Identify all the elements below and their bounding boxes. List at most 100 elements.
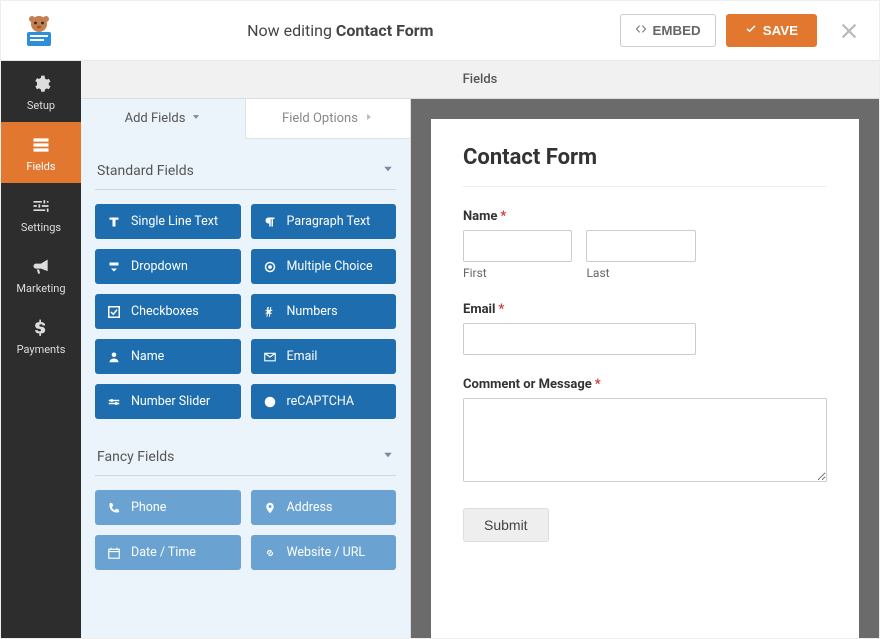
paragraph-icon xyxy=(263,215,277,229)
radio-icon xyxy=(263,260,277,274)
field-button-address[interactable]: Address xyxy=(251,490,397,525)
field-label-email: Email* xyxy=(463,302,827,317)
tab-field-options[interactable]: Field Options xyxy=(245,99,410,139)
email-input[interactable] xyxy=(463,323,696,355)
field-button-label: Paragraph Text xyxy=(287,214,371,229)
field-button-label: Website / URL xyxy=(287,545,366,560)
field-button-website-url[interactable]: Website / URL xyxy=(251,535,397,570)
form-card[interactable]: Contact Form Name* First xyxy=(431,119,859,638)
bullhorn-icon xyxy=(5,256,77,278)
field-label-name: Name* xyxy=(463,209,827,224)
phone-icon xyxy=(107,501,121,515)
field-button-recaptcha[interactable]: reCAPTCHA xyxy=(251,384,397,419)
pin-icon xyxy=(263,501,277,515)
field-button-label: Checkboxes xyxy=(131,304,199,319)
fancy-fields-grid: Phone Address Date / Time xyxy=(95,476,396,570)
code-icon xyxy=(635,23,647,38)
field-button-dropdown[interactable]: Dropdown xyxy=(95,249,241,284)
picker-tabs: Add Fields Field Options xyxy=(81,99,410,139)
field-button-label: Numbers xyxy=(287,304,338,319)
name-row: First Last xyxy=(463,230,827,280)
gear-icon xyxy=(5,73,77,95)
chevron-down-icon xyxy=(191,111,201,126)
group-title-label: Standard Fields xyxy=(97,163,194,179)
check-icon xyxy=(745,23,757,38)
slider-icon xyxy=(107,395,121,409)
close-button[interactable] xyxy=(835,22,863,40)
field-button-label: Address xyxy=(287,500,333,515)
text-icon xyxy=(107,215,121,229)
required-asterisk: * xyxy=(595,377,601,392)
field-scroll[interactable]: Standard Fields Single Line Text xyxy=(81,139,410,638)
checkbox-icon xyxy=(107,305,121,319)
first-name-input[interactable] xyxy=(463,230,572,262)
sidebar-item-marketing[interactable]: Marketing xyxy=(1,244,81,305)
save-label: SAVE xyxy=(763,23,798,38)
sidebar-item-settings[interactable]: Settings xyxy=(1,183,81,244)
sidebar-item-label: Fields xyxy=(5,160,77,173)
name-last-col: Last xyxy=(586,230,695,280)
label-text: Name xyxy=(463,209,497,224)
submit-button[interactable]: Submit xyxy=(463,508,549,542)
sliders-icon xyxy=(5,195,77,217)
standard-fields-grid: Single Line Text Paragraph Text Dropdown xyxy=(95,190,396,419)
field-button-email[interactable]: Email xyxy=(251,339,397,374)
label-text: Email xyxy=(463,302,495,317)
field-button-paragraph-text[interactable]: Paragraph Text xyxy=(251,204,397,239)
editing-form-name: Contact Form xyxy=(336,21,434,40)
sidebar-item-label: Settings xyxy=(5,221,77,234)
sidebar-item-setup[interactable]: Setup xyxy=(1,61,81,122)
panels: Add Fields Field Options xyxy=(81,99,879,638)
sidebar-item-label: Payments xyxy=(5,343,77,356)
form-preview: Contact Form Name* First xyxy=(411,99,879,638)
envelope-icon xyxy=(263,350,277,364)
field-comment: Comment or Message* xyxy=(463,377,827,486)
sublabel-last: Last xyxy=(586,266,695,280)
group-standard-fields[interactable]: Standard Fields xyxy=(95,147,396,190)
field-button-label: Dropdown xyxy=(131,259,188,274)
field-button-name[interactable]: Name xyxy=(95,339,241,374)
sidebar-item-fields[interactable]: Fields xyxy=(1,122,81,183)
save-button[interactable]: SAVE xyxy=(726,14,817,47)
field-button-label: Name xyxy=(131,349,164,364)
field-button-label: Single Line Text xyxy=(131,214,218,229)
user-icon xyxy=(107,350,121,364)
field-button-multiple-choice[interactable]: Multiple Choice xyxy=(251,249,397,284)
chevron-right-icon xyxy=(364,111,374,126)
field-label-comment: Comment or Message* xyxy=(463,377,827,392)
field-button-label: Email xyxy=(287,349,318,364)
tab-add-fields[interactable]: Add Fields xyxy=(81,99,245,139)
name-first-col: First xyxy=(463,230,572,280)
label-text: Comment or Message xyxy=(463,377,592,392)
field-button-label: Date / Time xyxy=(131,545,196,560)
sidebar: Setup Fields Settings Marketing xyxy=(1,61,81,638)
field-button-checkboxes[interactable]: Checkboxes xyxy=(95,294,241,329)
panel-wrap: Fields Add Fields Field Options xyxy=(81,61,879,638)
field-button-date-time[interactable]: Date / Time xyxy=(95,535,241,570)
link-icon xyxy=(263,546,277,560)
sidebar-item-payments[interactable]: Payments xyxy=(1,305,81,366)
field-button-label: Multiple Choice xyxy=(287,259,373,274)
field-button-number-slider[interactable]: Number Slider xyxy=(95,384,241,419)
dollar-icon xyxy=(5,317,77,339)
panel-title: Fields xyxy=(81,61,879,99)
field-button-single-line-text[interactable]: Single Line Text xyxy=(95,204,241,239)
field-button-numbers[interactable]: Numbers xyxy=(251,294,397,329)
required-asterisk: * xyxy=(500,209,506,224)
top-bar: Now editing Contact Form EMBED SAVE xyxy=(1,1,879,61)
last-name-input[interactable] xyxy=(586,230,695,262)
field-button-label: reCAPTCHA xyxy=(287,394,355,409)
group-title-label: Fancy Fields xyxy=(97,449,174,465)
app-body: Setup Fields Settings Marketing xyxy=(1,61,879,638)
tab-label: Add Fields xyxy=(125,111,186,126)
app-frame: Now editing Contact Form EMBED SAVE xyxy=(0,0,880,639)
chevron-down-icon xyxy=(382,449,394,465)
field-email: Email* xyxy=(463,302,827,355)
field-button-phone[interactable]: Phone xyxy=(95,490,241,525)
sidebar-item-label: Setup xyxy=(5,99,77,112)
editing-prefix: Now editing xyxy=(247,21,332,40)
embed-button[interactable]: EMBED xyxy=(620,14,716,47)
group-fancy-fields[interactable]: Fancy Fields xyxy=(95,433,396,476)
comment-textarea[interactable] xyxy=(463,398,827,482)
chevron-down-icon xyxy=(382,163,394,179)
